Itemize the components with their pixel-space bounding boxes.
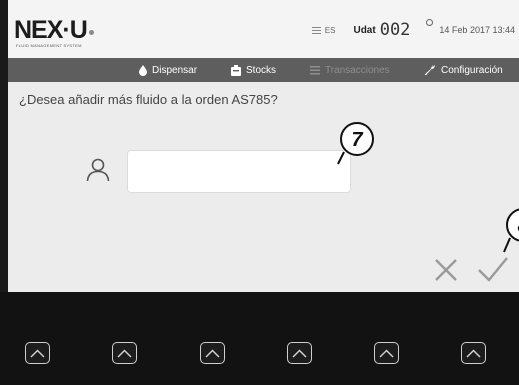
user-input-field[interactable] [127, 150, 351, 193]
unit-label: Udat [353, 24, 376, 36]
user-icon [86, 158, 110, 187]
softkey-5[interactable] [374, 342, 399, 364]
language-selector[interactable]: ES [325, 26, 336, 35]
logo: NEX·U FLUID MANAGEMENT SYSTEM [14, 16, 94, 48]
softkey-3[interactable] [200, 342, 225, 364]
cancel-button[interactable] [432, 256, 460, 284]
chevron-up-icon [205, 348, 220, 358]
softkey-1[interactable] [25, 342, 50, 364]
canister-icon [231, 64, 241, 76]
language-icon[interactable] [311, 26, 321, 34]
nav-dispensar-label: Dispensar [152, 64, 198, 76]
confirm-button[interactable] [476, 254, 510, 284]
callout-7: 7 [330, 120, 386, 173]
logo-text: NEX·U [14, 16, 88, 44]
nav-stocks[interactable]: Stocks [231, 58, 276, 82]
device-screen: NEX·U FLUID MANAGEMENT SYSTEM ES Udat 00… [8, 0, 519, 292]
wrench-icon [424, 64, 436, 76]
callout-7-label: 7 [351, 129, 363, 151]
nav-transacciones-label: Transacciones [325, 64, 390, 76]
chevron-up-icon [466, 348, 481, 358]
softkey-4[interactable] [287, 342, 312, 364]
softkey-2[interactable] [112, 342, 137, 364]
main-nav: Dispensar Stocks Transacciones Configura… [8, 58, 519, 82]
dialog-panel: ¿Desea añadir más fluido a la orden AS78… [8, 82, 519, 292]
nav-transacciones[interactable]: Transacciones [310, 58, 390, 82]
soft-key-bar [0, 292, 519, 385]
list-icon [310, 65, 320, 75]
header-bar: NEX·U FLUID MANAGEMENT SYSTEM ES Udat 00… [8, 0, 519, 58]
nav-configuracion[interactable]: Configuración [424, 58, 503, 82]
nav-dispensar[interactable]: Dispensar [139, 58, 197, 82]
chevron-up-icon [379, 348, 394, 358]
chevron-up-icon [292, 348, 307, 358]
datetime: 14 Feb 2017 13:44 [439, 25, 515, 35]
chevron-up-icon [30, 348, 45, 358]
chevron-up-icon [117, 348, 132, 358]
close-icon [435, 259, 457, 281]
drop-icon [139, 64, 147, 76]
clock-icon [426, 19, 434, 26]
softkey-6[interactable] [461, 342, 486, 364]
nav-configuracion-label: Configuración [441, 64, 503, 76]
unit-value: 002 [379, 20, 411, 40]
callout-8: 8 [496, 206, 519, 261]
nav-stocks-label: Stocks [246, 64, 277, 76]
dialog-question: ¿Desea añadir más fluido a la orden AS78… [19, 92, 278, 107]
check-icon [478, 257, 508, 282]
